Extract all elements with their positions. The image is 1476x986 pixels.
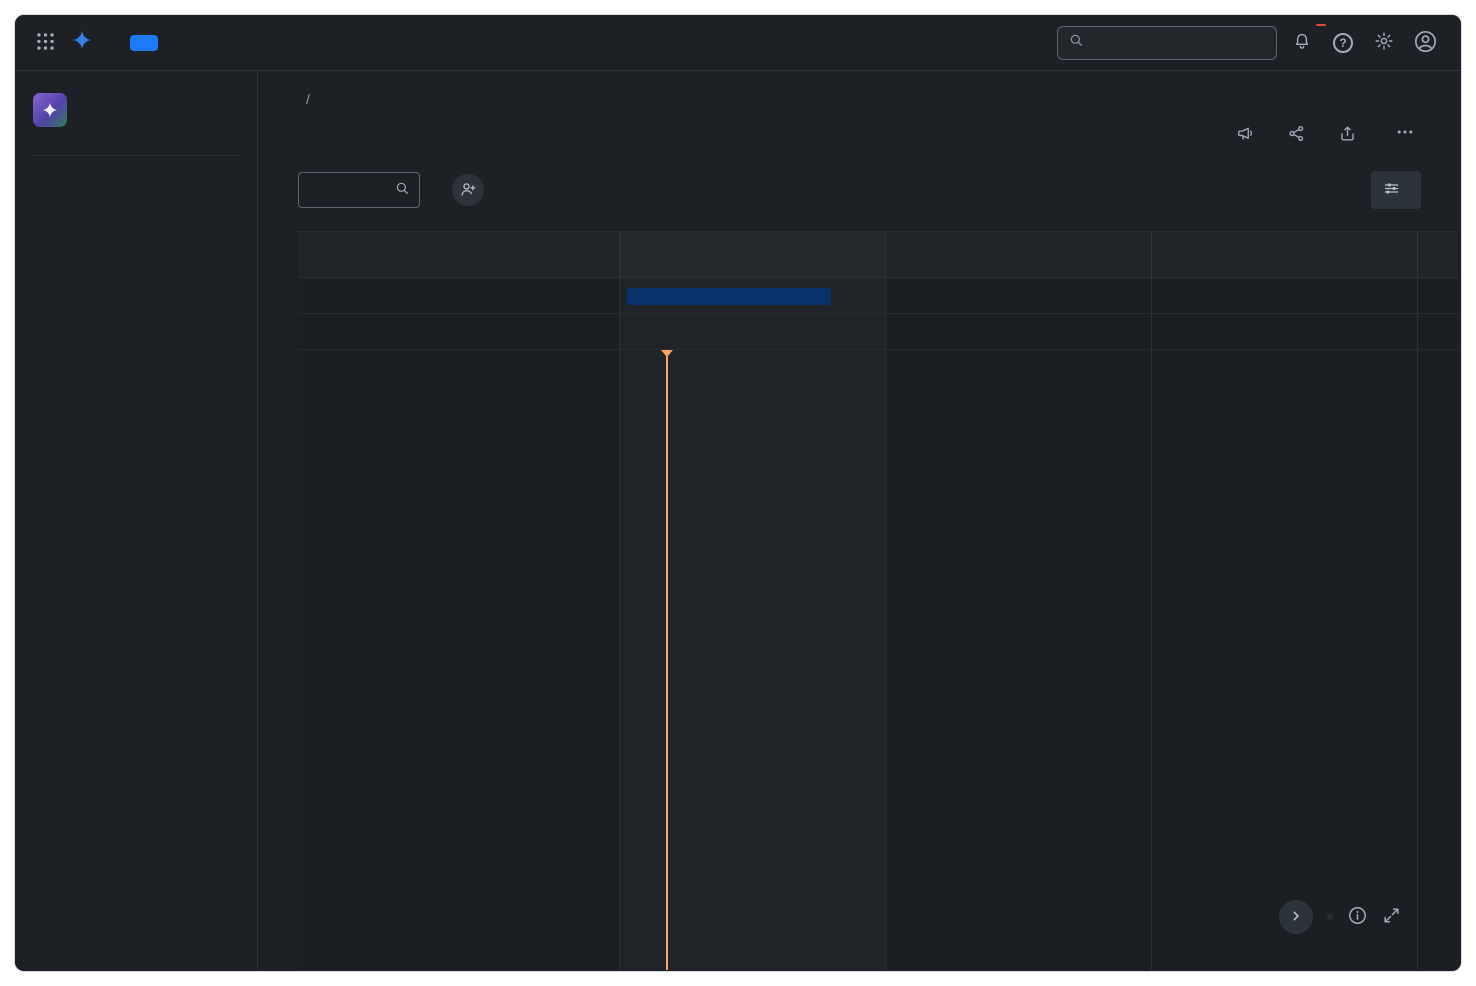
breadcrumb-separator [306,91,310,107]
app-switcher-button[interactable] [29,27,61,59]
profile-button[interactable] [1409,27,1441,59]
sidebar [15,71,258,970]
export-button[interactable] [1338,124,1365,143]
jira-logo[interactable] [67,29,110,56]
create-button[interactable] [130,35,158,51]
global-search-input[interactable] [1092,35,1266,51]
app-window: ? [14,14,1462,972]
timeline-search-input[interactable] [308,182,394,198]
sprints-row [298,278,1457,314]
timeline-search[interactable] [298,172,420,208]
info-icon [1347,905,1368,929]
project-avatar [33,93,67,127]
share-button[interactable] [1287,124,1314,143]
expand-icon [1382,906,1401,928]
help-button[interactable]: ? [1327,27,1359,59]
help-icon: ? [1333,33,1353,53]
give-feedback-button[interactable] [1236,124,1263,143]
settings-button[interactable] [1368,27,1400,59]
header-actions [1236,117,1421,149]
sliders-icon [1383,180,1400,200]
more-actions-button[interactable] [1389,117,1421,149]
add-person-icon [459,180,477,201]
share-icon [1287,124,1306,143]
title-block [298,91,318,116]
page-header [298,91,1457,149]
global-search[interactable] [1057,26,1277,60]
grid-icon [35,31,56,55]
scroll-right-button[interactable] [1279,900,1313,934]
info-button[interactable] [1347,905,1368,929]
sidebar-footer [15,922,257,956]
megaphone-icon [1236,124,1255,143]
jira-logo-icon [71,29,93,56]
navbar-right: ? [1057,26,1441,60]
view-settings-button[interactable] [1371,171,1421,209]
timeline-chart [298,231,1457,970]
notifications-badge [1316,24,1326,26]
main-content [258,71,1461,970]
fullscreen-button[interactable] [1382,906,1401,928]
chevron-right-icon [1288,908,1304,927]
export-icon [1338,124,1357,143]
project-header [15,89,257,141]
body-row [15,71,1461,970]
ellipsis-icon [1395,122,1415,145]
bell-icon [1292,31,1312,54]
sidebar-divider [33,155,239,156]
top-navbar: ? [15,15,1461,71]
timeline-controls [1279,900,1401,934]
timeline-toolbar [298,171,1457,209]
today-line [666,350,668,970]
releases-row [298,314,1457,350]
zoom-mode-group [1327,914,1333,920]
breadcrumb [298,91,318,107]
timeline-rows [298,278,1457,350]
gear-icon [1374,31,1394,54]
sprint-bar[interactable] [627,288,831,305]
notifications-button[interactable] [1286,27,1318,59]
user-avatar-icon [1413,29,1438,57]
timeline-header [298,232,1457,278]
search-icon [1068,32,1084,53]
add-people-button[interactable] [452,174,484,206]
search-icon [394,180,410,201]
